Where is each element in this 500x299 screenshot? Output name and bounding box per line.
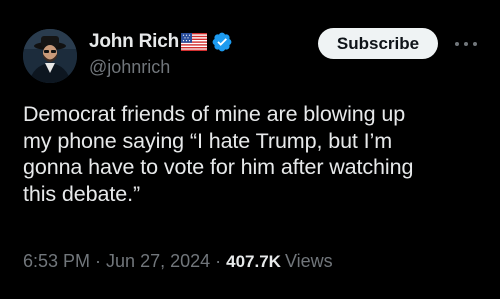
author-handle[interactable]: @johnrich bbox=[89, 57, 170, 78]
dot-icon bbox=[473, 42, 477, 46]
author-name-row[interactable]: John Rich bbox=[89, 30, 233, 54]
tweet-time[interactable]: 6:53 PM bbox=[23, 251, 90, 272]
meta-separator: · bbox=[215, 251, 222, 271]
views-label[interactable]: Views bbox=[285, 251, 333, 272]
views-count[interactable]: 407.7K bbox=[226, 252, 281, 272]
tweet-card: John Rich @johnrich Subscribe Democrat f… bbox=[0, 0, 500, 299]
tweet-meta: 6:53 PM · Jun 27, 2024 · 407.7K Views bbox=[23, 251, 333, 272]
tweet-text: Democrat friends of mine are blowing up … bbox=[23, 102, 414, 206]
us-flag-icon bbox=[181, 33, 208, 51]
author-display-name[interactable]: John Rich bbox=[89, 31, 179, 53]
avatar[interactable] bbox=[23, 29, 77, 83]
dot-icon bbox=[455, 42, 459, 46]
dot-icon bbox=[464, 42, 468, 46]
meta-separator: · bbox=[95, 251, 102, 271]
subscribe-button[interactable]: Subscribe bbox=[318, 28, 438, 59]
more-dots-icon[interactable] bbox=[455, 34, 477, 54]
tweet-date[interactable]: Jun 27, 2024 bbox=[106, 251, 210, 272]
verified-badge-icon[interactable] bbox=[211, 31, 233, 53]
